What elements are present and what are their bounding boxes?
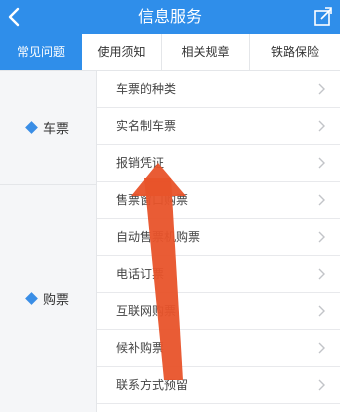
list-item-label: 报销凭证 <box>116 156 165 170</box>
category-label: 购票 <box>42 293 69 308</box>
chevron-right-icon <box>318 342 325 354</box>
chevron-right-icon <box>318 231 325 243</box>
list-item[interactable]: 联系方式预留 <box>97 367 340 404</box>
chevron-right-icon <box>318 83 325 95</box>
list-item-label: 实名制车票 <box>116 119 177 133</box>
list-item-label: 互联网购票 <box>116 304 177 318</box>
chevron-right-icon <box>318 120 325 132</box>
list-item[interactable]: 售票窗口购票 <box>97 182 340 219</box>
faq-list: 车票的种类 实名制车票 报销凭证 售票窗口购票 自动售票机购票 电话订票 互联网… <box>97 71 340 412</box>
chevron-right-icon <box>318 305 325 317</box>
chevron-right-icon <box>318 194 325 206</box>
list-item-label: 售票窗口购票 <box>116 193 189 207</box>
list-item-label: 候补购票 <box>116 341 165 355</box>
chevron-right-icon <box>318 157 325 169</box>
tab-railway-insurance[interactable]: 铁路保险 <box>250 34 340 70</box>
list-item[interactable]: 互联网购票 <box>97 293 340 330</box>
list-item[interactable]: 电话订票 <box>97 256 340 293</box>
diamond-icon <box>25 292 38 305</box>
chevron-right-icon <box>318 379 325 391</box>
list-item-label: 联系方式预留 <box>116 378 189 392</box>
tab-regulations[interactable]: 相关规章 <box>162 34 250 70</box>
page-title: 信息服务 <box>137 7 202 26</box>
category-tickets[interactable]: 车票 <box>0 71 96 184</box>
title-bar: 信息服务 <box>0 0 340 34</box>
list-item[interactable]: 候补购票 <box>97 330 340 367</box>
tab-bar: 常见问题 使用须知 相关规章 铁路保险 <box>0 34 340 71</box>
list-item[interactable]: 自动售票机购票 <box>97 219 340 256</box>
list-item-label: 电话订票 <box>116 267 165 281</box>
diamond-icon <box>25 121 38 134</box>
category-purchase[interactable]: 购票 <box>0 185 96 412</box>
list-item-label: 自动售票机购票 <box>116 230 201 244</box>
list-item[interactable]: 实名制车票 <box>97 108 340 145</box>
tab-faq[interactable]: 常见问题 <box>0 34 82 70</box>
list-item[interactable]: 车票的种类 <box>97 71 340 108</box>
category-label: 车票 <box>42 122 69 137</box>
list-item[interactable]: 报销凭证 <box>97 145 340 182</box>
category-column: 车票 购票 <box>0 71 97 412</box>
share-icon[interactable] <box>312 4 334 28</box>
chevron-right-icon <box>318 268 325 280</box>
list-item-label: 车票的种类 <box>116 82 177 96</box>
tab-usage-notes[interactable]: 使用须知 <box>82 34 162 70</box>
